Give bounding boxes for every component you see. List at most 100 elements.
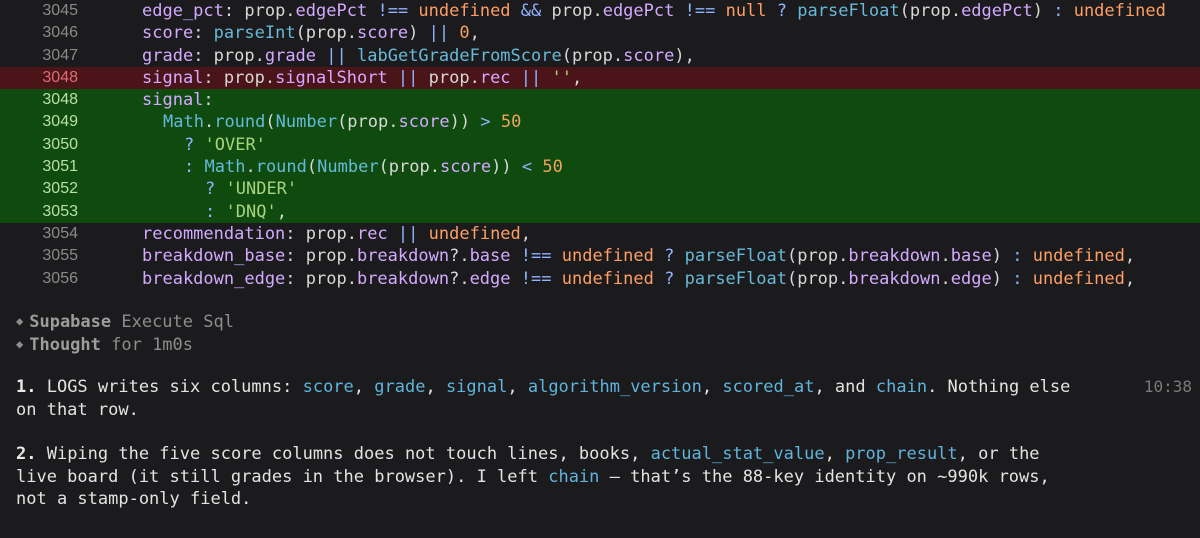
code-token: round bbox=[214, 112, 266, 133]
code-token: edge bbox=[950, 268, 992, 289]
code-token: ) bbox=[991, 246, 1013, 267]
code-token: (prop. bbox=[899, 1, 962, 21]
message-text: LOGS writes six columns: bbox=[36, 377, 303, 397]
code-token: ) bbox=[991, 268, 1013, 289]
code-token: score bbox=[356, 23, 409, 44]
code-token: edge_pct bbox=[142, 1, 224, 21]
diff-line-added: 3048 signal: bbox=[0, 89, 1200, 112]
tool-activity-list: ◆ Supabase Execute Sql ◆ Thought for 1m0s bbox=[16, 310, 234, 356]
line-number: 3053 bbox=[42, 202, 78, 220]
code-token: grade bbox=[264, 45, 317, 66]
line-number: 3051 bbox=[42, 158, 78, 176]
code-token: undefined bbox=[1032, 246, 1125, 267]
code-token: undefined bbox=[418, 1, 511, 21]
code-token: ? bbox=[205, 179, 216, 200]
code-token: . bbox=[940, 268, 951, 289]
code-token: undefined bbox=[1032, 268, 1125, 289]
code-token: 50 bbox=[500, 112, 522, 133]
code-token: parseInt bbox=[213, 23, 296, 44]
code-token: signal bbox=[142, 90, 204, 111]
diamond-bullet-icon: ◆ bbox=[16, 337, 24, 351]
diff-line: 3047 grade: prop.grade || labGetGradeFrom… bbox=[0, 45, 1200, 67]
code-token: ?. bbox=[449, 246, 470, 267]
message-text: , bbox=[425, 377, 446, 397]
tool-detail: for 1m0s bbox=[100, 335, 194, 355]
code-token: : prop. bbox=[193, 45, 265, 66]
tool-activity-item[interactable]: ◆ Thought for 1m0s bbox=[16, 333, 234, 356]
diff-line: 3045 edge_pct: prop.edgePct !== undefined… bbox=[0, 0, 1200, 22]
code-token: , bbox=[572, 67, 583, 88]
tool-activity-item[interactable]: ◆ Supabase Execute Sql bbox=[16, 310, 234, 333]
code-token: || bbox=[428, 23, 450, 44]
code-token: ( bbox=[306, 157, 318, 178]
code-token: )) bbox=[449, 112, 481, 133]
line-number: 3045 bbox=[42, 2, 78, 19]
inline-code: actual_stat_value bbox=[650, 444, 825, 464]
code-text: signal: prop.signalShort || prop.rec || … bbox=[142, 67, 582, 89]
code-token: labGetGradeFromScore bbox=[357, 45, 562, 66]
code-token: (prop. bbox=[378, 157, 440, 178]
message-text: , bbox=[701, 377, 723, 397]
code-token: prop. bbox=[541, 1, 603, 21]
message-text: Wiping the five score columns does not t… bbox=[36, 444, 651, 464]
code-text: grade: prop.grade || labGetGradeFromScor… bbox=[142, 45, 695, 67]
code-token: breakdown_base bbox=[142, 246, 286, 267]
code-token: (prop. bbox=[337, 112, 399, 133]
code-token: : prop. bbox=[203, 67, 276, 88]
code-text: : 'DNQ', bbox=[205, 201, 287, 223]
code-token: 'UNDER' bbox=[225, 179, 298, 200]
code-token: || bbox=[326, 45, 347, 66]
code-token: breakdown bbox=[848, 246, 941, 267]
inline-code: score bbox=[302, 377, 354, 397]
code-token: ? bbox=[776, 1, 788, 21]
code-token: !== bbox=[520, 246, 552, 267]
code-token: rec bbox=[479, 67, 511, 88]
code-token: ?. bbox=[449, 268, 470, 289]
code-token: || bbox=[397, 67, 419, 88]
code-diff-view: 3045 edge_pct: prop.edgePct !== undefined… bbox=[0, 0, 1200, 290]
code-token: ? bbox=[664, 268, 675, 289]
code-token: : bbox=[205, 201, 216, 222]
code-token: : bbox=[1053, 1, 1064, 21]
code-token: '' bbox=[551, 67, 573, 88]
code-token: && bbox=[520, 1, 542, 21]
code-token: parseFloat bbox=[684, 268, 787, 289]
line-number: 3055 bbox=[42, 247, 78, 265]
diff-line-added: 3052? 'UNDER' bbox=[0, 178, 1200, 201]
inline-code: chain bbox=[548, 466, 600, 487]
line-number: 3050 bbox=[42, 135, 78, 153]
message-text: , bbox=[824, 444, 846, 464]
code-token: > bbox=[480, 112, 491, 133]
code-token: (prop. bbox=[786, 268, 849, 289]
code-text: signal: bbox=[142, 89, 214, 111]
code-token: ( bbox=[265, 112, 276, 133]
diff-line: 3046 score: parseInt(prop.score) || 0, bbox=[0, 22, 1200, 44]
line-number: 3048 bbox=[42, 68, 78, 86]
code-token: , bbox=[469, 23, 480, 44]
code-token: , bbox=[276, 201, 287, 222]
tool-detail: Execute Sql bbox=[111, 312, 234, 332]
line-number: 3054 bbox=[42, 224, 78, 242]
code-token: Math bbox=[204, 157, 246, 178]
code-token: edgePct bbox=[602, 1, 675, 21]
code-token: 50 bbox=[542, 157, 563, 178]
code-token: breakdown_edge bbox=[142, 268, 286, 289]
code-token: Math bbox=[163, 112, 204, 133]
code-token: Number bbox=[317, 157, 379, 178]
code-token: score bbox=[398, 112, 450, 133]
code-token: < bbox=[521, 157, 533, 178]
code-token: : prop. bbox=[223, 1, 296, 21]
